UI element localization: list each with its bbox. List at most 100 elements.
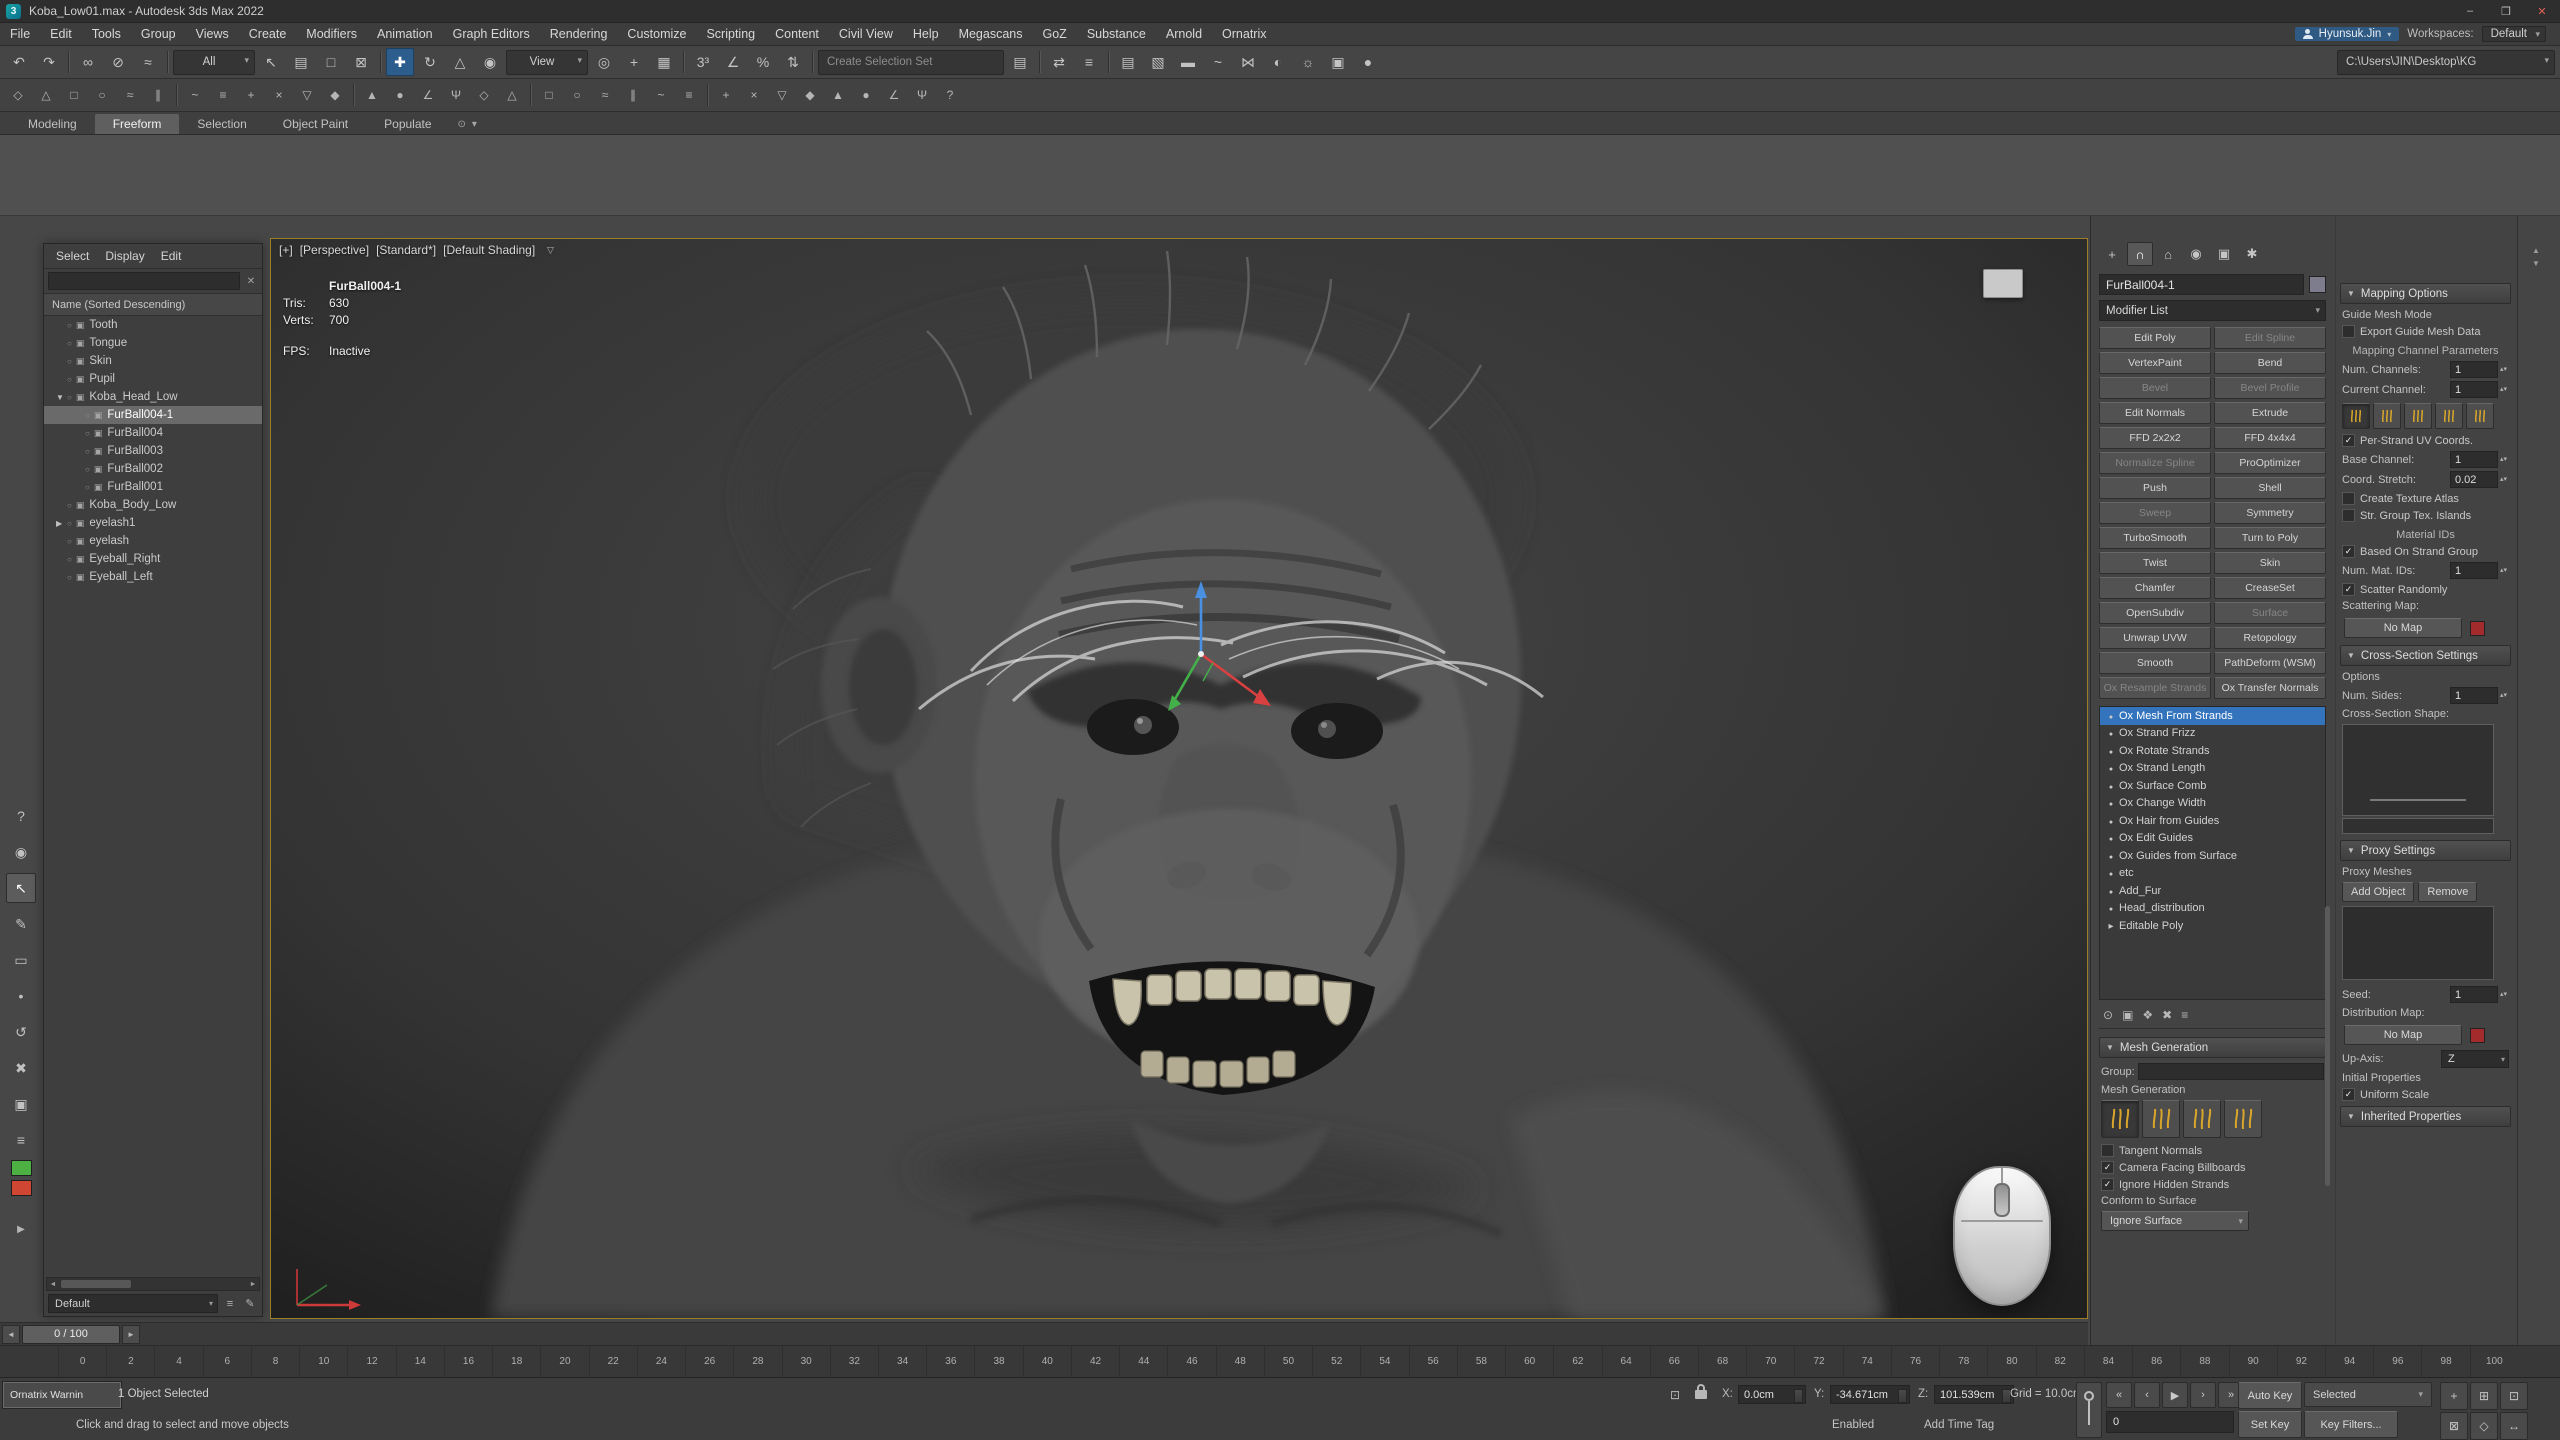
modifier-stack-item[interactable]: Editable Poly [2100, 917, 2325, 935]
undo-icon[interactable]: ↺ [6, 1017, 36, 1047]
num-sides-spinner[interactable]: 1▴▾ [2450, 687, 2509, 704]
previous-frame-button[interactable]: ‹ [2134, 1382, 2160, 1408]
add-object-button[interactable]: Add Object [2342, 882, 2414, 902]
select-and-move-icon[interactable]: ✚ [386, 48, 414, 76]
edit-named-selection-sets-icon[interactable]: ▤ [1006, 48, 1034, 76]
mapping-atlas-icon[interactable] [2466, 403, 2494, 429]
play-button[interactable]: ▶ [2162, 1382, 2188, 1408]
mapping-clear-icon[interactable] [2435, 403, 2463, 429]
edge-constraints-icon[interactable]: ◇ [5, 82, 31, 108]
window-crossing-toggle-icon[interactable]: ⊠ [347, 48, 375, 76]
object-name-field[interactable]: FurBall004-1 [2099, 274, 2304, 295]
explorer-horizontal-scrollbar[interactable]: ◄ ► [46, 1277, 260, 1291]
toolbar-spacer[interactable] [1384, 48, 2335, 76]
extrude-poly-icon[interactable]: ○ [89, 82, 115, 108]
render-settings-hair-icon[interactable]: ○ [564, 82, 590, 108]
group-tex-islands-checkbox[interactable]: Str. Group Tex. Islands [2342, 509, 2509, 522]
layer-settings-icon[interactable]: ≡ [222, 1298, 238, 1310]
tangent-normals-checkbox[interactable]: Tangent Normals [2101, 1144, 2324, 1157]
configure-modifier-sets-icon[interactable]: ≡ [2181, 1008, 2188, 1022]
modifier-button[interactable]: Push [2099, 477, 2211, 499]
modifier-toggle-icon[interactable] [2103, 902, 2119, 914]
menu-item[interactable]: GoZ [1033, 23, 1077, 45]
menu-item[interactable]: Edit [40, 23, 82, 45]
toggle-viewport-hair-icon[interactable]: ● [853, 82, 879, 108]
modifier-button[interactable]: Bevel Profile [2214, 377, 2326, 399]
modifier-button[interactable]: PathDeform (WSM) [2214, 652, 2326, 674]
proxy-settings-rollout-header[interactable]: Proxy Settings [2340, 840, 2511, 861]
modifier-button[interactable]: Symmetry [2214, 502, 2326, 524]
selection-filter-dropdown[interactable]: All [173, 50, 255, 75]
rendered-frame-window-icon[interactable]: ▣ [1324, 48, 1352, 76]
pencil-icon[interactable]: ✎ [6, 909, 36, 939]
cylindrical-mesh-icon[interactable] [2183, 1100, 2221, 1138]
explorer-row[interactable]: Koba_Body_Low [44, 496, 262, 514]
strand-groups-icon[interactable]: ▽ [769, 82, 795, 108]
delete-icon[interactable]: ✖ [6, 1053, 36, 1083]
modifier-toggle-icon[interactable] [2103, 885, 2119, 897]
modifier-button[interactable]: Chamfer [2099, 577, 2211, 599]
modifier-button[interactable]: Shell [2214, 477, 2326, 499]
reference-coordinate-dropdown[interactable]: View [506, 50, 588, 75]
modifier-button[interactable]: Skin [2214, 552, 2326, 574]
modifier-button[interactable]: Ox Resample Strands [2099, 677, 2211, 699]
select-cursor-icon[interactable]: ↖ [6, 873, 36, 903]
cross-section-preview[interactable] [2342, 724, 2494, 816]
modifier-toggle-icon[interactable] [2103, 920, 2119, 932]
field-of-view-icon[interactable]: ◇ [2470, 1412, 2498, 1440]
undo-icon[interactable]: ↶ [5, 48, 33, 76]
explorer-row[interactable]: FurBall003 [44, 442, 262, 460]
zoom-all-icon[interactable]: ⊞ [2470, 1382, 2498, 1410]
modifier-toggle-icon[interactable] [2103, 710, 2119, 722]
select-and-scale-icon[interactable]: △ [446, 48, 474, 76]
set-keys-button[interactable] [2076, 1382, 2102, 1438]
mesh-generation-rollout-header[interactable]: Mesh Generation [2099, 1037, 2326, 1058]
edit-guides-icon[interactable]: ≡ [210, 82, 236, 108]
rectangular-selection-region-icon[interactable]: □ [317, 48, 345, 76]
select-and-link-icon[interactable]: ∞ [74, 48, 102, 76]
go-to-start-button[interactable]: « [2106, 1382, 2132, 1408]
explorer-menu-item[interactable]: Display [99, 249, 150, 263]
conform-surface-dropdown[interactable]: Ignore Surface [2101, 1211, 2249, 1231]
menu-item[interactable]: Tools [82, 23, 131, 45]
swift-loop-icon[interactable]: △ [33, 82, 59, 108]
separator[interactable] [680, 48, 687, 76]
num-mat-ids-spinner[interactable]: 1▴▾ [2450, 562, 2509, 579]
hair-shading-icon[interactable]: ≈ [592, 82, 618, 108]
camera-facing-billboards-checkbox[interactable]: Camera Facing Billboards [2101, 1161, 2324, 1174]
strand-frizz-icon[interactable]: ∠ [415, 82, 441, 108]
proxy-mesh-list[interactable] [2342, 906, 2494, 980]
clone-stamp-icon[interactable]: ▣ [6, 1089, 36, 1119]
modifier-stack-item[interactable]: Ox Edit Guides [2100, 830, 2325, 848]
explorer-column-header[interactable]: Name (Sorted Descending) [44, 294, 262, 316]
visibility-dot-icon[interactable] [67, 355, 76, 367]
modifier-button[interactable]: Edit Spline [2214, 327, 2326, 349]
track-bar[interactable]: 0246810121416182022242628303234363840424… [0, 1345, 2560, 1378]
isolate-selection-icon[interactable]: ⊡ [1664, 1384, 1686, 1406]
strand-curl-icon[interactable]: Ψ [443, 82, 469, 108]
modifier-stack-item[interactable]: Ox Mesh From Strands [2100, 707, 2325, 725]
explorer-row[interactable]: FurBall004-1 [44, 406, 262, 424]
visibility-dot-icon[interactable] [85, 481, 94, 493]
mesh-from-strands-icon[interactable]: □ [536, 82, 562, 108]
visibility-dot-icon[interactable] [85, 427, 94, 439]
scrollbar-thumb[interactable] [61, 1280, 131, 1288]
ground-strands-icon[interactable]: ~ [648, 82, 674, 108]
explorer-row[interactable]: ▼ Koba_Head_Low [44, 388, 262, 406]
strand-channels-icon[interactable]: ◆ [797, 82, 823, 108]
time-slider-handle[interactable]: 0 / 100 [22, 1325, 120, 1344]
ornatrix-panel-icon[interactable]: ∠ [881, 82, 907, 108]
modifier-button[interactable]: Twist [2099, 552, 2211, 574]
explorer-row[interactable]: Eyeball_Left [44, 568, 262, 586]
select-object-icon[interactable]: ↖ [257, 48, 285, 76]
schematic-view-icon[interactable]: ⋈ [1234, 48, 1262, 76]
scatter-randomly-checkbox[interactable]: Scatter Randomly [2342, 583, 2509, 596]
separator[interactable] [164, 48, 171, 76]
modifier-button[interactable]: VertexPaint [2099, 352, 2211, 374]
cross-section-rollout-header[interactable]: Cross-Section Settings [2340, 645, 2511, 666]
zoom-extents-icon[interactable]: ⊡ [2500, 1382, 2528, 1410]
pin-stack-icon[interactable]: ⊙ [2103, 1008, 2113, 1022]
percent-snap-icon[interactable]: % [749, 48, 777, 76]
motion-tab-icon[interactable]: ◉ [2183, 242, 2209, 266]
ornatrix-warning-window[interactable]: Ornatrix Warnin [3, 1382, 121, 1408]
